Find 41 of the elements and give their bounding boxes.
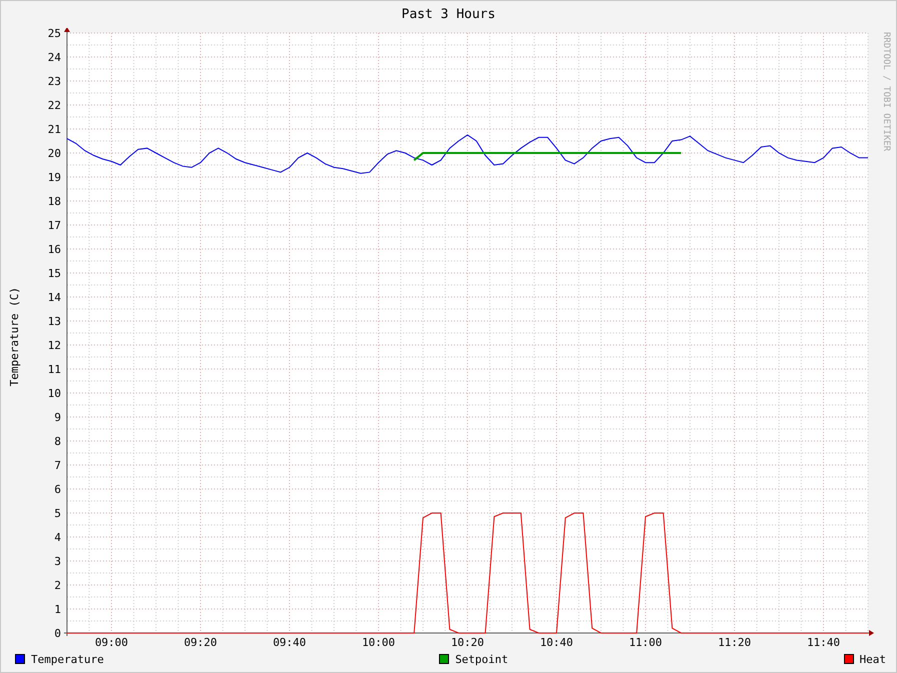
y-tick-label: 1	[54, 603, 61, 616]
x-tick-label: 11:20	[718, 636, 752, 646]
x-tick-label: 09:00	[94, 636, 128, 646]
y-tick-label: 6	[54, 483, 61, 496]
y-tick-label: 9	[54, 411, 61, 424]
x-tick-label: 09:20	[184, 636, 218, 646]
y-axis-label: Temperature (C)	[8, 287, 21, 387]
legend-label: Temperature	[31, 652, 104, 666]
chart-title: Past 3 Hours	[400, 6, 496, 24]
legend-label: Setpoint	[455, 652, 508, 666]
credit-text: RRDTOOL / TOBI OETIKER	[881, 32, 891, 152]
y-tick-label: 13	[48, 315, 61, 328]
y-tick-label: 8	[54, 435, 61, 448]
y-tick-label: 15	[48, 267, 61, 280]
y-tick-label: 19	[48, 171, 61, 184]
x-tick-label: 09:40	[272, 636, 306, 646]
y-tick-label: 21	[48, 123, 61, 136]
y-tick-label: 24	[48, 51, 61, 64]
x-tick-label: 10:20	[450, 636, 484, 646]
y-tick-label: 23	[48, 75, 61, 88]
y-tick-label: 2	[54, 579, 61, 592]
y-tick-label: 5	[54, 507, 61, 520]
y-tick-label: 0	[54, 627, 61, 640]
y-tick-label: 3	[54, 555, 61, 568]
y-tick-label: 16	[48, 243, 61, 256]
y-tick-label: 17	[48, 219, 61, 232]
legend-label: Heat	[860, 652, 886, 666]
y-tick-label: 22	[48, 99, 61, 112]
y-tick-label: 20	[48, 147, 61, 160]
y-tick-label: 10	[48, 387, 61, 400]
y-tick-label: 4	[54, 531, 61, 544]
y-tick-label: 7	[54, 459, 61, 472]
x-tick-label: 10:40	[540, 636, 574, 646]
x-tick-label: 11:00	[628, 636, 662, 646]
x-tick-label: 10:00	[362, 636, 396, 646]
y-tick-label: 14	[48, 291, 61, 304]
y-tick-label: 18	[48, 195, 61, 208]
x-tick-label: 11:40	[806, 636, 840, 646]
y-tick-label: 11	[48, 363, 61, 376]
y-tick-label: 25	[48, 28, 61, 40]
y-tick-label: 12	[48, 339, 61, 352]
